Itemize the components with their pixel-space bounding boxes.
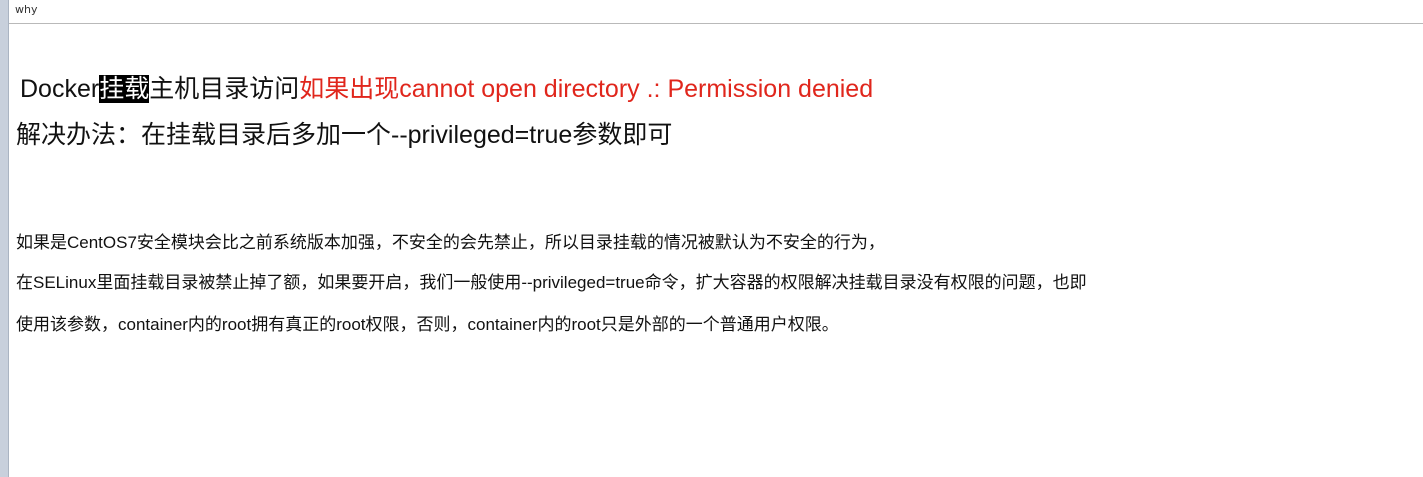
error-message: cannot open directory .: Permission deni… (399, 75, 874, 103)
explanation-line-1: 如果是CentOS7安全模块会比之前系统版本加强，不安全的会先禁止，所以目录挂载… (16, 233, 885, 252)
title-bar: why (9, 0, 1423, 24)
explanation-line-2: 在SELinux里面挂载目录被禁止掉了额，如果要开启，我们一般使用--privi… (16, 273, 1087, 292)
selected-text-label: 挂载 (99, 75, 150, 103)
left-window-edge (0, 0, 9, 477)
heading-prefix: Docker (20, 75, 100, 103)
window-title: why (15, 3, 38, 16)
heading-line: Docker挂载 主机目录访问如果出现cannot open directory… (20, 72, 873, 106)
heading-after-highlight: 主机目录访问 (149, 75, 300, 103)
document-window: why Docker挂载 主机目录访问如果出现cannot open direc… (0, 0, 1423, 477)
selected-text[interactable]: 挂载 (99, 75, 150, 106)
error-lead: 如果出现 (299, 75, 400, 103)
explanation-line-3: 使用该参数，container内的root拥有真正的root权限，否则，cont… (16, 315, 839, 334)
solution-line: 解决办法：在挂载目录后多加一个--privileged=true参数即可 (16, 121, 673, 149)
